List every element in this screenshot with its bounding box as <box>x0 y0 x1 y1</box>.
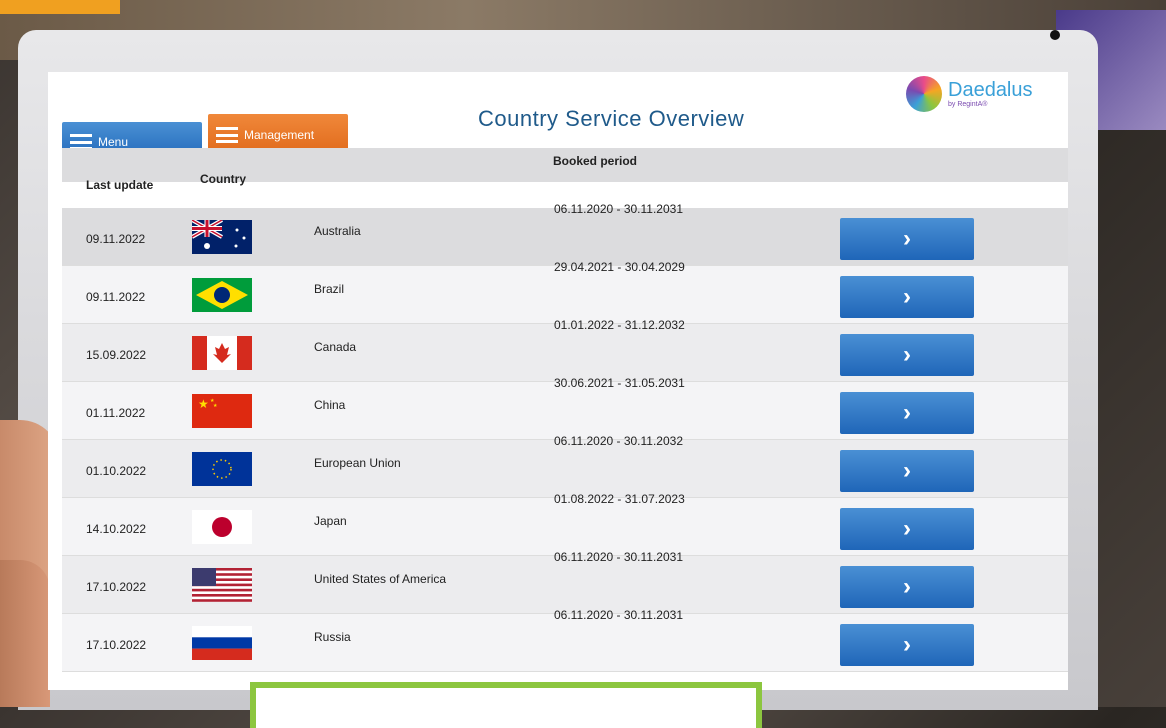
app-screen: Menu Management Country Service Overview… <box>48 72 1068 690</box>
green-frame <box>250 682 762 728</box>
chevron-right-icon: › <box>903 341 911 368</box>
chevron-right-icon: › <box>903 573 911 600</box>
table-row: 14.10.2022 Japan 01.08.2022 - 31.07.2023 › <box>62 492 1068 556</box>
open-country-button[interactable]: › <box>840 276 974 318</box>
logo-sub: by RegintA® <box>948 100 988 108</box>
row-booked-period: 01.08.2022 - 31.07.2023 <box>554 492 685 506</box>
table-row: 17.10.2022 Russia 06.11.2020 - 30.11.2031 › <box>62 608 1068 672</box>
canada-flag <box>192 336 252 370</box>
page-title: Country Service Overview <box>478 106 745 131</box>
japan-flag <box>192 510 252 544</box>
usa-flag <box>192 568 252 602</box>
background-accent <box>0 0 120 14</box>
brazil-flag <box>192 278 252 312</box>
daedalus-logo: Daedalus by RegintA® <box>906 76 1033 112</box>
row-last-update: 01.11.2022 <box>86 406 146 420</box>
table-row: 15.09.2022 Canada 01.01.2022 - 31.12.2032 › <box>62 318 1068 382</box>
table-row: 17.10.2022 United States of America 06.11.… <box>62 550 1068 614</box>
row-last-update: 17.10.2022 <box>86 580 147 594</box>
row-last-update: 09.11.2022 <box>86 232 146 246</box>
open-country-button[interactable]: › <box>840 450 974 492</box>
svg-text:★: ★ <box>198 397 209 411</box>
open-country-button[interactable]: › <box>840 218 974 260</box>
row-booked-period: 06.11.2020 - 30.11.2031 <box>554 608 683 622</box>
russia-flag <box>192 626 252 660</box>
menu-label: Menu <box>98 135 129 149</box>
row-country: United States of America <box>314 572 447 586</box>
row-last-update: 09.11.2022 <box>86 290 146 304</box>
row-booked-period: 29.04.2021 - 30.04.2029 <box>554 260 685 274</box>
header-booked-period: Booked period <box>553 154 638 168</box>
row-last-update: 15.09.2022 <box>86 348 147 362</box>
row-last-update: 17.10.2022 <box>86 638 147 652</box>
table-row: 09.11.2022 Brazil 29.04.2021 - 30.04.2029 › <box>62 260 1068 324</box>
table-row: 01.11.2022 ★ ★ ★ China 30.06.2021 - 31.05.203… <box>62 376 1068 440</box>
daedalus-logo-icon <box>906 76 942 112</box>
list-icon <box>216 127 238 143</box>
row-booked-period: 01.01.2022 - 31.12.2032 <box>554 318 685 332</box>
row-booked-period: 06.11.2020 - 30.11.2032 <box>554 434 683 448</box>
row-booked-period: 30.06.2021 - 31.05.2031 <box>554 376 685 390</box>
open-country-button[interactable]: › <box>840 508 974 550</box>
row-last-update: 14.10.2022 <box>86 522 147 536</box>
logo-name: Daedalus <box>948 78 1033 101</box>
header-country: Country <box>200 172 246 186</box>
chevron-right-icon: › <box>903 515 911 542</box>
table-row: 01.10.2022 European Union 06.11.2020 - 30.… <box>62 434 1068 498</box>
row-country: China <box>314 398 346 412</box>
bezel-screw-right <box>1050 30 1060 40</box>
chevron-right-icon: › <box>903 225 911 252</box>
australia-flag <box>191 218 252 254</box>
china-flag: ★ ★ ★ <box>192 394 252 428</box>
hand-background-lower <box>0 560 50 707</box>
country-table: 09.11.2022 Australia 06.11.2020 - 30.11.20… <box>62 202 1068 672</box>
chevron-right-icon: › <box>903 283 911 310</box>
row-country: Russia <box>314 630 351 644</box>
header-last-update: Last update <box>86 178 154 192</box>
row-country: European Union <box>314 456 401 470</box>
row-booked-period: 06.11.2020 - 30.11.2031 <box>554 202 683 216</box>
chevron-right-icon: › <box>903 457 911 484</box>
chevron-right-icon: › <box>903 631 911 658</box>
svg-text:★: ★ <box>213 403 218 409</box>
open-country-button[interactable]: › <box>840 624 974 666</box>
row-booked-period: 06.11.2020 - 30.11.2031 <box>554 550 683 564</box>
chevron-right-icon: › <box>903 399 911 426</box>
row-country: Canada <box>314 340 357 354</box>
open-country-button[interactable]: › <box>840 566 974 608</box>
row-country: Brazil <box>314 282 345 296</box>
row-last-update: 01.10.2022 <box>86 464 147 478</box>
row-country: Japan <box>314 514 347 528</box>
row-country: Australia <box>314 224 361 238</box>
eu-flag <box>192 452 252 486</box>
management-label: Management <box>244 128 315 142</box>
open-country-button[interactable]: › <box>840 334 974 376</box>
open-country-button[interactable]: › <box>840 392 974 434</box>
table-row: 09.11.2022 Australia 06.11.2020 - 30.11.20… <box>62 202 1068 266</box>
